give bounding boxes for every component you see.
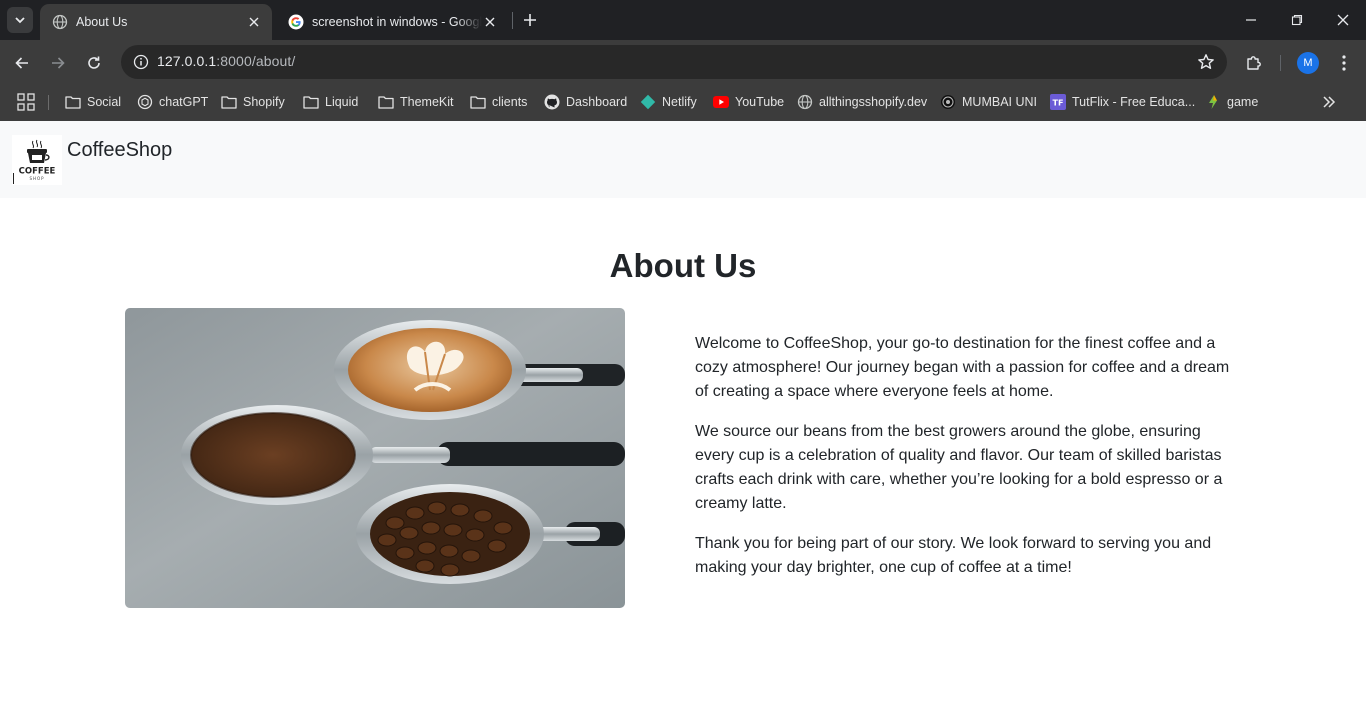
bookmark-label: TutFlix - Free Educa...	[1072, 95, 1196, 109]
coffee-cup-logo-icon: COFFEE SHOP	[12, 135, 62, 185]
chatgpt-icon	[137, 94, 153, 110]
bookmark-shopify[interactable]: Shopify	[221, 90, 285, 114]
restore-button[interactable]	[1274, 0, 1320, 40]
bookmarks-bar: Social chatGPT Shopify Liquid ThemeKit c…	[0, 84, 1366, 121]
url-host: 127.0.0.1	[157, 53, 217, 69]
bookmark-label: Netlify	[662, 95, 697, 109]
bookmarks-separator	[48, 95, 49, 110]
folder-icon	[378, 94, 394, 110]
apps-grid-icon[interactable]	[17, 93, 35, 111]
coffee-portafilters-image	[125, 308, 625, 608]
new-tab-button[interactable]	[518, 8, 542, 32]
bookmark-label: clients	[492, 95, 528, 109]
tab-strip: About Us screenshot in windows - Google …	[0, 0, 1366, 40]
minimize-button[interactable]	[1228, 0, 1274, 40]
bookmark-label: Social	[87, 95, 122, 109]
github-icon	[544, 94, 560, 110]
plus-icon	[524, 14, 536, 26]
bookmark-label: ThemeKit	[400, 95, 454, 109]
browser-menu-button[interactable]	[1330, 49, 1358, 77]
browser-chrome: About Us screenshot in windows - Google …	[0, 0, 1366, 121]
folder-icon	[65, 94, 81, 110]
university-icon	[940, 94, 956, 110]
bookmark-label: MUMBAI UNI	[962, 95, 1037, 109]
logo-text: COFFEE	[19, 167, 56, 177]
bookmark-chatgpt[interactable]: chatGPT	[137, 90, 208, 114]
minimize-icon	[1246, 19, 1256, 21]
folder-icon	[303, 94, 319, 110]
bookmark-game[interactable]: game	[1205, 90, 1258, 114]
about-text: Welcome to CoffeeShop, your go-to destin…	[695, 332, 1235, 596]
bookmark-label: chatGPT	[159, 95, 209, 109]
tab-title: About Us	[76, 15, 128, 29]
netlify-icon	[640, 94, 656, 110]
tab-close-icon[interactable]	[482, 14, 498, 30]
svg-text:TF: TF	[1053, 99, 1064, 108]
tab-google-search[interactable]: screenshot in windows - Google Search	[276, 4, 508, 40]
browser-toolbar: 127.0.0.1:8000/about/	[0, 40, 1366, 84]
chevron-double-right-icon[interactable]	[1320, 93, 1338, 111]
about-paragraph: We source our beans from the best grower…	[695, 423, 1223, 512]
url-path: :8000/about/	[216, 53, 296, 69]
reload-button[interactable]	[80, 49, 108, 77]
site-info-icon[interactable]	[129, 50, 153, 74]
globe-icon	[52, 14, 68, 30]
bookmark-youtube[interactable]: YouTube	[713, 90, 784, 114]
arrow-right-icon	[52, 57, 65, 69]
bookmark-social[interactable]: Social	[65, 90, 121, 114]
address-bar[interactable]: 127.0.0.1:8000/about/	[121, 45, 1227, 79]
puzzle-icon	[1247, 56, 1261, 70]
url-text: 127.0.0.1:8000/about/	[157, 53, 295, 69]
bookmark-label: Liquid	[325, 95, 359, 109]
forward-button[interactable]	[44, 49, 72, 77]
game-icon	[1205, 94, 1221, 110]
toolbar-divider	[1280, 55, 1281, 71]
tab-title: screenshot in windows - Google Search	[312, 15, 482, 29]
bookmark-allthingsshopify[interactable]: allthingsshopify.dev	[797, 90, 927, 114]
bookmark-tutflix[interactable]: TF TutFlix - Free Educa...	[1050, 90, 1195, 114]
bookmark-label: YouTube	[735, 95, 785, 109]
brand-link[interactable]: CoffeeShop	[67, 139, 172, 162]
tab-search-button[interactable]	[7, 7, 33, 33]
tab-about-us[interactable]: About Us	[40, 4, 272, 40]
page-title: About Us	[609, 247, 757, 284]
folder-icon	[221, 94, 237, 110]
bookmark-label: game	[1227, 95, 1259, 109]
back-button[interactable]	[8, 49, 36, 77]
about-paragraph: Thank you for being part of our story. W…	[695, 535, 1212, 576]
tab-separator	[512, 12, 513, 29]
about-paragraph: Welcome to CoffeeShop, your go-to destin…	[695, 335, 1230, 400]
close-icon	[1337, 14, 1349, 26]
profile-avatar[interactable]: M	[1297, 52, 1319, 74]
bookmark-dashboard[interactable]: Dashboard	[544, 90, 627, 114]
tab-close-icon[interactable]	[246, 14, 262, 30]
coffeeshop-logo[interactable]: COFFEE SHOP	[12, 135, 62, 185]
extensions-button[interactable]	[1240, 49, 1268, 77]
folder-icon	[470, 94, 486, 110]
bookmark-clients[interactable]: clients	[470, 90, 527, 114]
bookmark-mumbai-uni[interactable]: MUMBAI UNI	[940, 90, 1037, 114]
bookmark-themekit[interactable]: ThemeKit	[378, 90, 454, 114]
reload-icon	[88, 56, 100, 69]
restore-icon	[1291, 14, 1303, 26]
tutflix-icon: TF	[1050, 94, 1066, 110]
globe-icon	[797, 94, 813, 110]
bookmark-label: allthingsshopify.dev	[819, 95, 928, 109]
close-window-button[interactable]	[1320, 0, 1366, 40]
site-navbar: COFFEE SHOP CoffeeShop	[0, 121, 1366, 198]
bookmark-label: Shopify	[243, 95, 285, 109]
kebab-menu-icon	[1342, 55, 1346, 71]
logo-subtext: SHOP	[29, 176, 44, 181]
bookmark-star-icon[interactable]	[1197, 53, 1215, 71]
bookmark-netlify[interactable]: Netlify	[640, 90, 697, 114]
chevron-down-icon	[15, 17, 25, 24]
bookmark-label: Dashboard	[566, 95, 628, 109]
google-icon	[288, 14, 304, 30]
arrow-left-icon	[15, 57, 28, 69]
youtube-icon	[713, 94, 729, 110]
bookmark-liquid[interactable]: Liquid	[303, 90, 358, 114]
